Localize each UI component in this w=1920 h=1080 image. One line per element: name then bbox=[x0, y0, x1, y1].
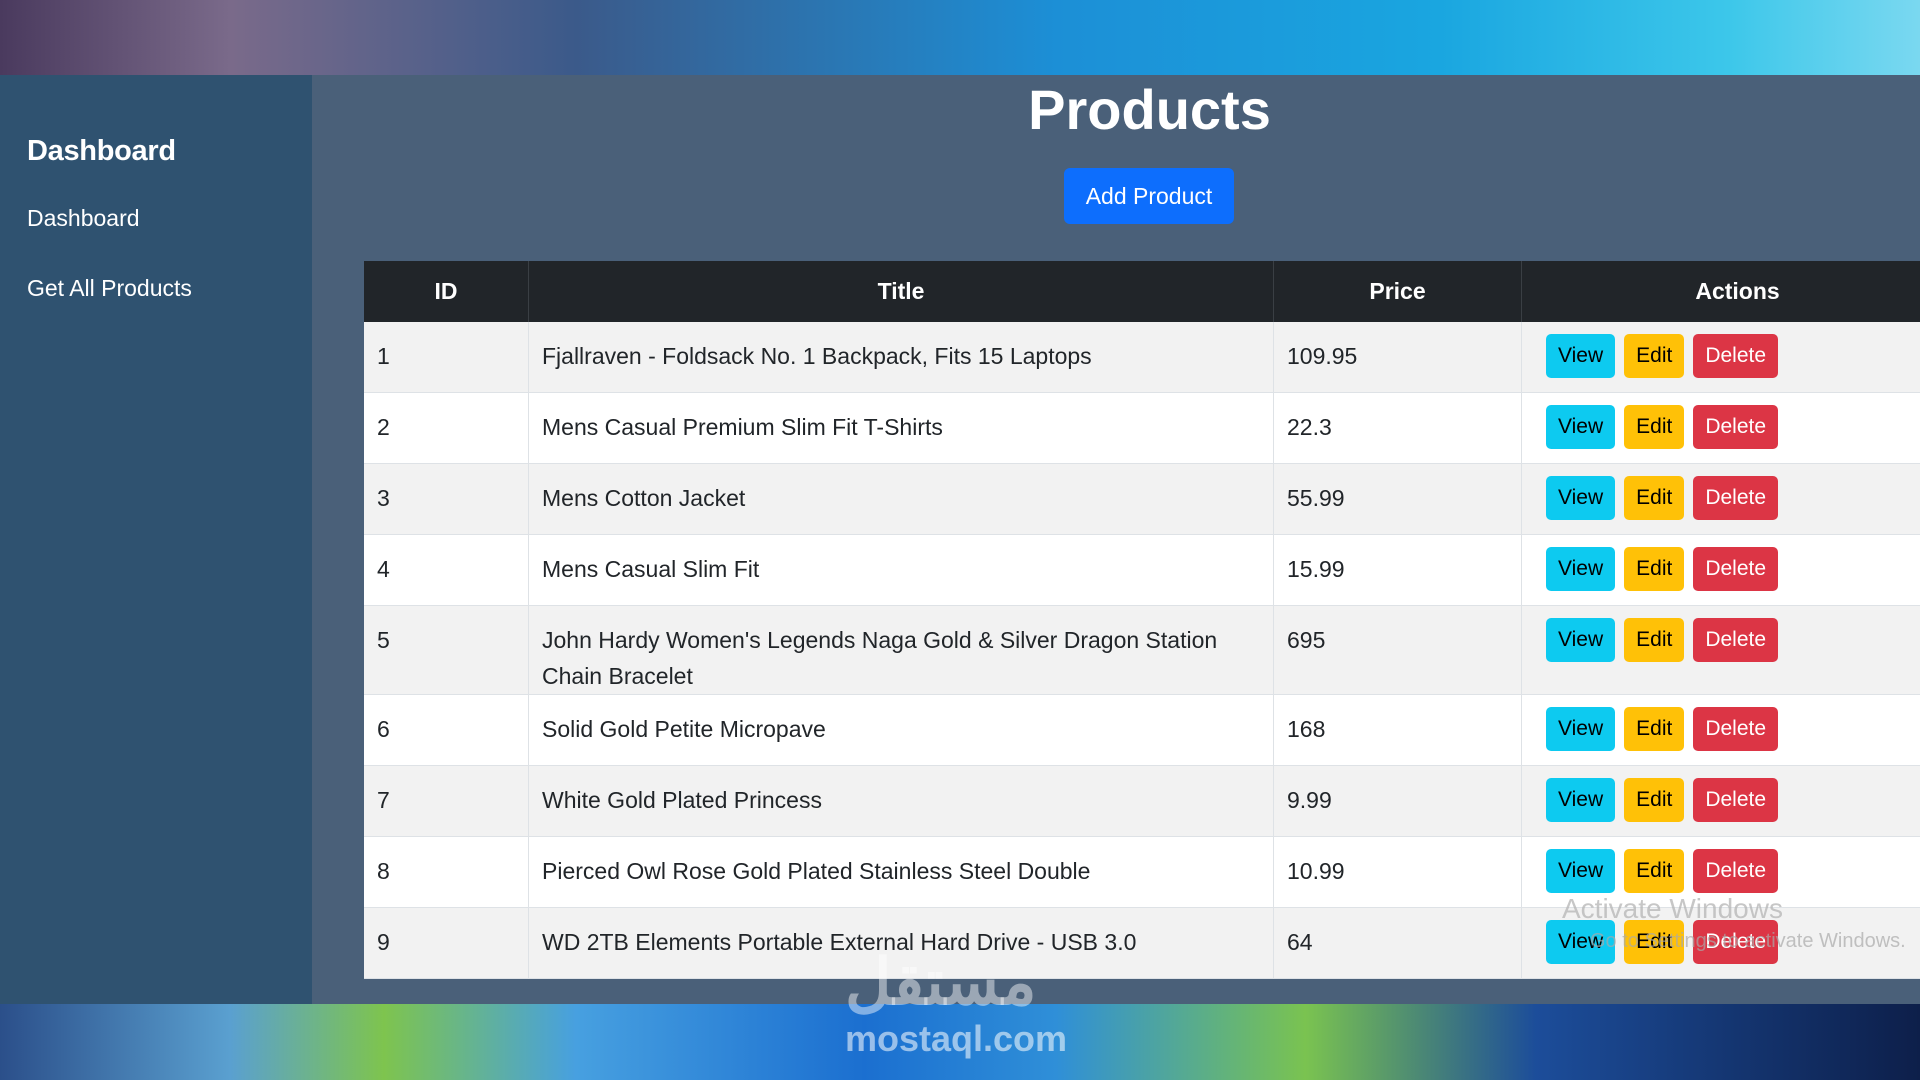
cell-actions: View Edit Delete bbox=[1521, 765, 1920, 837]
cell-title: WD 2TB Elements Portable External Hard D… bbox=[528, 907, 1274, 979]
table-row: 6 Solid Gold Petite Micropave 168 View Edit D… bbox=[364, 694, 1920, 766]
view-button[interactable]: View bbox=[1546, 476, 1616, 520]
wallpaper-top bbox=[0, 0, 1920, 75]
view-button[interactable]: View bbox=[1546, 920, 1616, 964]
cell-price: 109.95 bbox=[1273, 322, 1522, 393]
table-row: 8 Pierced Owl Rose Gold Plated Stainless … bbox=[364, 836, 1920, 908]
edit-button[interactable]: Edit bbox=[1624, 405, 1685, 449]
column-header-actions: Actions bbox=[1521, 261, 1920, 322]
cell-actions: View Edit Delete bbox=[1521, 463, 1920, 535]
cell-title: Pierced Owl Rose Gold Plated Stainless S… bbox=[528, 836, 1274, 908]
cell-price: 10.99 bbox=[1273, 836, 1522, 908]
view-button[interactable]: View bbox=[1546, 849, 1616, 893]
cell-actions: View Edit Delete bbox=[1521, 694, 1920, 766]
cell-id: 8 bbox=[364, 836, 529, 908]
cell-title: Solid Gold Petite Micropave bbox=[528, 694, 1274, 766]
sidebar: Dashboard Dashboard Get All Products bbox=[0, 75, 312, 1004]
table-row: 2 Mens Casual Premium Slim Fit T-Shirts 22… bbox=[364, 392, 1920, 464]
delete-button[interactable]: Delete bbox=[1693, 920, 1779, 964]
cell-price: 9.99 bbox=[1273, 765, 1522, 837]
cell-id: 3 bbox=[364, 463, 529, 535]
table-row: 9 WD 2TB Elements Portable External Hard … bbox=[364, 907, 1920, 979]
table-row: 7 White Gold Plated Princess 9.99 View Edit D… bbox=[364, 765, 1920, 837]
table-row: 1 Fjallraven - Foldsack No. 1 Backpack, F… bbox=[364, 322, 1920, 393]
edit-button[interactable]: Edit bbox=[1624, 849, 1685, 893]
view-button[interactable]: View bbox=[1546, 707, 1616, 751]
view-button[interactable]: View bbox=[1546, 547, 1616, 591]
cell-id: 2 bbox=[364, 392, 529, 464]
cell-title: Fjallraven - Foldsack No. 1 Backpack, Fi… bbox=[528, 322, 1274, 393]
table-row: 3 Mens Cotton Jacket 55.99 View Edit Delete bbox=[364, 463, 1920, 535]
cell-actions: View Edit Delete bbox=[1521, 836, 1920, 908]
sidebar-brand: Dashboard bbox=[27, 135, 176, 167]
sidebar-item-get-all-products[interactable]: Get All Products bbox=[27, 275, 192, 302]
delete-button[interactable]: Delete bbox=[1693, 778, 1779, 822]
cell-price: 22.3 bbox=[1273, 392, 1522, 464]
table-row: 4 Mens Casual Slim Fit 15.99 View Edit Delete bbox=[364, 534, 1920, 606]
edit-button[interactable]: Edit bbox=[1624, 707, 1685, 751]
edit-button[interactable]: Edit bbox=[1624, 618, 1685, 662]
cell-id: 4 bbox=[364, 534, 529, 606]
cell-actions: View Edit Delete bbox=[1521, 907, 1920, 979]
page-title: Products bbox=[1028, 78, 1271, 141]
table-header-row: ID Title Price Actions bbox=[364, 261, 1920, 322]
cell-title: John Hardy Women's Legends Naga Gold & S… bbox=[528, 605, 1274, 695]
delete-button[interactable]: Delete bbox=[1693, 547, 1779, 591]
cell-actions: View Edit Delete bbox=[1521, 322, 1920, 393]
delete-button[interactable]: Delete bbox=[1693, 849, 1779, 893]
column-header-id: ID bbox=[364, 261, 529, 322]
app-window: Dashboard Dashboard Get All Products Pro… bbox=[0, 75, 1920, 1004]
view-button[interactable]: View bbox=[1546, 334, 1616, 378]
cell-title: White Gold Plated Princess bbox=[528, 765, 1274, 837]
cell-title: Mens Cotton Jacket bbox=[528, 463, 1274, 535]
cell-actions: View Edit Delete bbox=[1521, 605, 1920, 695]
view-button[interactable]: View bbox=[1546, 618, 1616, 662]
edit-button[interactable]: Edit bbox=[1624, 778, 1685, 822]
delete-button[interactable]: Delete bbox=[1693, 334, 1779, 378]
column-header-price: Price bbox=[1273, 261, 1522, 322]
delete-button[interactable]: Delete bbox=[1693, 476, 1779, 520]
edit-button[interactable]: Edit bbox=[1624, 547, 1685, 591]
cell-title: Mens Casual Slim Fit bbox=[528, 534, 1274, 606]
delete-button[interactable]: Delete bbox=[1693, 405, 1779, 449]
view-button[interactable]: View bbox=[1546, 778, 1616, 822]
cell-price: 55.99 bbox=[1273, 463, 1522, 535]
cell-actions: View Edit Delete bbox=[1521, 534, 1920, 606]
table-row: 5 John Hardy Women's Legends Naga Gold & … bbox=[364, 605, 1920, 695]
column-header-title: Title bbox=[528, 261, 1274, 322]
wallpaper-bottom bbox=[0, 1004, 1920, 1080]
delete-button[interactable]: Delete bbox=[1693, 618, 1779, 662]
cell-id: 7 bbox=[364, 765, 529, 837]
cell-id: 9 bbox=[364, 907, 529, 979]
cell-price: 64 bbox=[1273, 907, 1522, 979]
sidebar-item-dashboard[interactable]: Dashboard bbox=[27, 205, 140, 232]
edit-button[interactable]: Edit bbox=[1624, 476, 1685, 520]
cell-actions: View Edit Delete bbox=[1521, 392, 1920, 464]
cell-price: 168 bbox=[1273, 694, 1522, 766]
view-button[interactable]: View bbox=[1546, 405, 1616, 449]
main-content: Products Add Product ID Title Price Acti… bbox=[312, 75, 1920, 1004]
edit-button[interactable]: Edit bbox=[1624, 334, 1685, 378]
edit-button[interactable]: Edit bbox=[1624, 920, 1685, 964]
cell-price: 695 bbox=[1273, 605, 1522, 695]
cell-id: 5 bbox=[364, 605, 529, 695]
add-product-button[interactable]: Add Product bbox=[1064, 168, 1234, 224]
delete-button[interactable]: Delete bbox=[1693, 707, 1779, 751]
cell-id: 6 bbox=[364, 694, 529, 766]
cell-id: 1 bbox=[364, 322, 529, 393]
cell-title: Mens Casual Premium Slim Fit T-Shirts bbox=[528, 392, 1274, 464]
cell-price: 15.99 bbox=[1273, 534, 1522, 606]
products-table: ID Title Price Actions 1 Fjallraven - Fol… bbox=[364, 261, 1920, 979]
